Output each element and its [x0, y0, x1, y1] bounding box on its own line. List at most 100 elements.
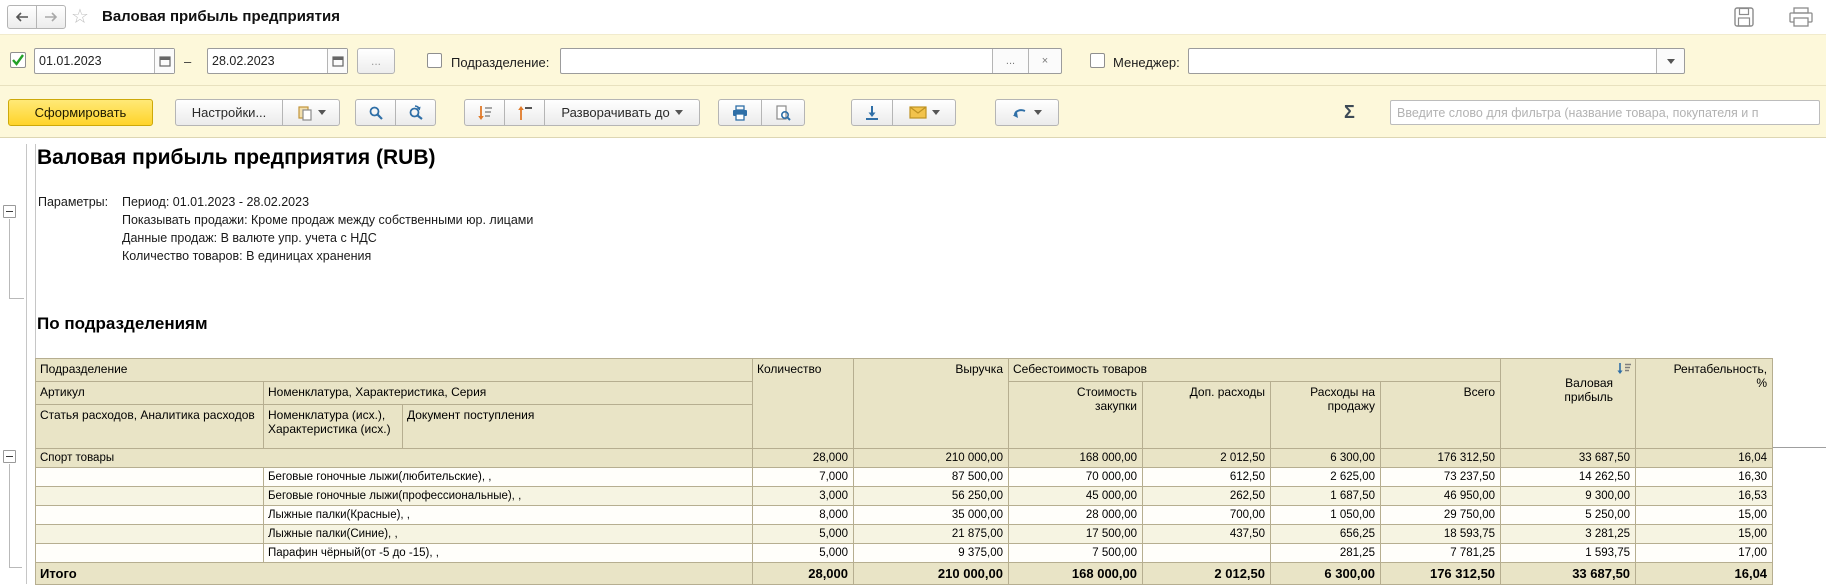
period-choice-button[interactable]: ... [357, 48, 395, 74]
cell-value[interactable]: 16,30 [1636, 468, 1773, 487]
cell-value[interactable]: 1 687,50 [1271, 487, 1381, 506]
cell-value[interactable]: 3 281,25 [1501, 525, 1636, 544]
forward-button[interactable] [36, 5, 66, 29]
col-header-nomenklatura-isx[interactable]: Номенклатура (исх.), Характеристика (исх… [264, 405, 403, 449]
save-icon[interactable] [1733, 6, 1755, 28]
cell-value[interactable]: 35 000,00 [854, 506, 1009, 525]
row-group-collapse-button[interactable] [3, 450, 16, 463]
cell-value[interactable]: 21 875,00 [854, 525, 1009, 544]
cell-value[interactable]: 2 012,50 [1143, 563, 1271, 585]
cell-value[interactable] [1143, 544, 1271, 563]
expand-levels-button[interactable] [464, 99, 505, 126]
cell-value[interactable]: 16,04 [1636, 449, 1773, 468]
col-header-rentabelnost[interactable]: Рентабельность, % [1636, 359, 1773, 449]
cell-value[interactable]: 5,000 [753, 544, 854, 563]
period-to-calendar-button[interactable] [327, 49, 347, 73]
cell-value[interactable]: 176 312,50 [1381, 449, 1501, 468]
table-row[interactable]: Итого28,000210 000,00168 000,002 012,506… [36, 563, 1773, 585]
cell-value[interactable]: 70 000,00 [1009, 468, 1143, 487]
cell-value[interactable]: 16,53 [1636, 487, 1773, 506]
cell-value[interactable]: 7 781,25 [1381, 544, 1501, 563]
cell-value[interactable]: 18 593,75 [1381, 525, 1501, 544]
cell-value[interactable]: 17 500,00 [1009, 525, 1143, 544]
col-header-vsego[interactable]: Всего [1381, 382, 1501, 449]
col-header-podrazdelenie[interactable]: Подразделение [36, 359, 753, 382]
cell-group-name[interactable]: Спорт товары [36, 449, 753, 468]
col-header-sebestoimost[interactable]: Себестоимость товаров [1009, 359, 1501, 382]
cell-nomenklatura[interactable]: Беговые гоночные лыжи(профессиональные),… [264, 487, 753, 506]
cell-value[interactable]: 2 012,50 [1143, 449, 1271, 468]
cell-value[interactable]: 45 000,00 [1009, 487, 1143, 506]
cell-value[interactable]: 210 000,00 [854, 563, 1009, 585]
favorite-star-icon[interactable]: ☆ [71, 4, 89, 29]
cell-total-label[interactable]: Итого [36, 563, 753, 585]
cell-nomenklatura[interactable]: Лыжные палки(Синие), , [264, 525, 753, 544]
cell-value[interactable]: 700,00 [1143, 506, 1271, 525]
cell-value[interactable]: 87 500,00 [854, 468, 1009, 487]
table-row[interactable]: Беговые гоночные лыжи(любительские), ,7,… [36, 468, 1773, 487]
col-header-nomenklatura[interactable]: Номенклатура, Характеристика, Серия [264, 382, 753, 405]
department-clear-button[interactable]: × [1028, 49, 1061, 73]
cell-artikul[interactable] [36, 506, 264, 525]
cell-value[interactable]: 281,25 [1271, 544, 1381, 563]
print-button[interactable] [718, 99, 762, 126]
send-email-button[interactable] [892, 99, 956, 126]
save-file-button[interactable] [851, 99, 893, 126]
settings-button[interactable]: Настройки... [175, 99, 283, 126]
cell-value[interactable]: 656,25 [1271, 525, 1381, 544]
back-button[interactable] [7, 5, 37, 29]
period-from-input[interactable] [35, 49, 154, 73]
col-header-valovaya-pribyl[interactable]: Валовая прибыль [1501, 359, 1636, 449]
cell-value[interactable]: 8,000 [753, 506, 854, 525]
cell-value[interactable]: 176 312,50 [1381, 563, 1501, 585]
cell-value[interactable]: 437,50 [1143, 525, 1271, 544]
manager-checkbox[interactable] [1090, 53, 1105, 68]
cell-value[interactable]: 262,50 [1143, 487, 1271, 506]
cell-value[interactable]: 15,00 [1636, 506, 1773, 525]
cell-artikul[interactable] [36, 525, 264, 544]
refresh-search-button[interactable] [395, 99, 436, 126]
cell-value[interactable]: 9 375,00 [854, 544, 1009, 563]
col-header-dop-rasxody[interactable]: Доп. расходы [1143, 382, 1271, 449]
collapse-levels-button[interactable] [504, 99, 545, 126]
cell-value[interactable]: 6 300,00 [1271, 449, 1381, 468]
cell-value[interactable]: 1 593,75 [1501, 544, 1636, 563]
cell-nomenklatura[interactable]: Лыжные палки(Красные), , [264, 506, 753, 525]
expand-to-button[interactable]: Разворачивать до [544, 99, 700, 126]
cell-value[interactable]: 168 000,00 [1009, 449, 1143, 468]
table-row[interactable]: Беговые гоночные лыжи(профессиональные),… [36, 487, 1773, 506]
department-input[interactable] [561, 49, 992, 73]
cell-value[interactable]: 29 750,00 [1381, 506, 1501, 525]
table-row[interactable]: Спорт товары28,000210 000,00168 000,002 … [36, 449, 1773, 468]
cell-artikul[interactable] [36, 468, 264, 487]
cell-value[interactable]: 2 625,00 [1271, 468, 1381, 487]
department-choice-button[interactable]: ... [992, 49, 1028, 73]
cell-value[interactable]: 1 050,00 [1271, 506, 1381, 525]
department-checkbox[interactable] [427, 53, 442, 68]
cell-value[interactable]: 9 300,00 [1501, 487, 1636, 506]
cell-value[interactable]: 3,000 [753, 487, 854, 506]
cell-artikul[interactable] [36, 487, 264, 506]
cell-value[interactable]: 56 250,00 [854, 487, 1009, 506]
sort-descending-icon[interactable] [1616, 362, 1632, 375]
cell-value[interactable]: 7,000 [753, 468, 854, 487]
period-to-input[interactable] [208, 49, 327, 73]
cell-value[interactable]: 17,00 [1636, 544, 1773, 563]
cell-artikul[interactable] [36, 544, 264, 563]
cell-value[interactable]: 28 000,00 [1009, 506, 1143, 525]
report-variants-button[interactable] [282, 99, 340, 126]
col-header-stoimost-zakupki[interactable]: Стоимость закупки [1009, 382, 1143, 449]
cell-value[interactable]: 612,50 [1143, 468, 1271, 487]
cell-value[interactable]: 16,04 [1636, 563, 1773, 585]
cell-value[interactable]: 73 237,50 [1381, 468, 1501, 487]
report-group-collapse-button[interactable] [3, 205, 16, 218]
col-header-rasxody-na-prodazhu[interactable]: Расходы на продажу [1271, 382, 1381, 449]
col-header-dokument-postupleniya[interactable]: Документ поступления [403, 405, 753, 449]
cell-value[interactable]: 33 687,50 [1501, 449, 1636, 468]
col-header-statya-rasxodov[interactable]: Статья расходов, Аналитика расходов [36, 405, 264, 449]
col-header-kolichestvo[interactable]: Количество [753, 359, 854, 449]
history-button[interactable] [995, 99, 1059, 126]
period-checkbox[interactable] [10, 52, 26, 68]
cell-value[interactable]: 5,000 [753, 525, 854, 544]
cell-value[interactable]: 33 687,50 [1501, 563, 1636, 585]
